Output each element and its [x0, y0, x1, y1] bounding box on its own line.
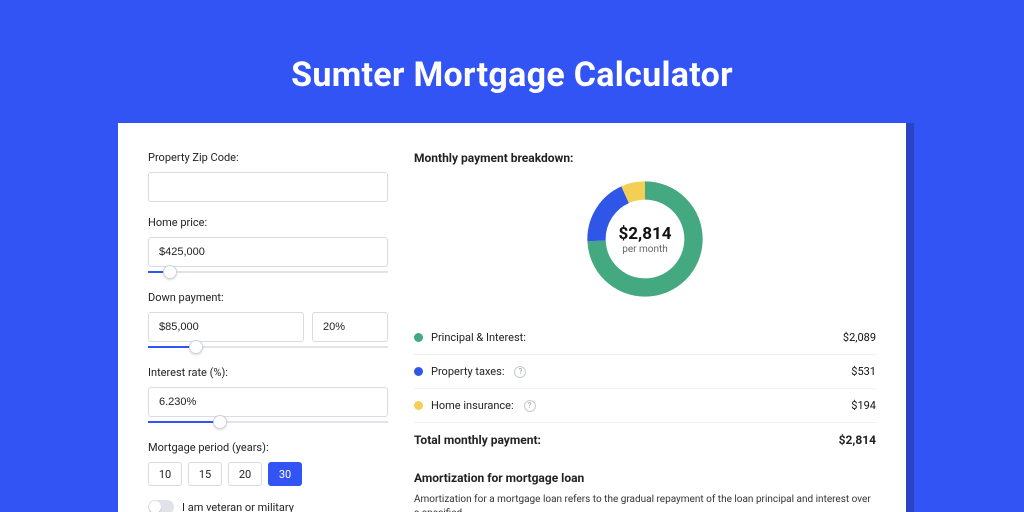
- down-payment-slider[interactable]: [148, 342, 388, 352]
- amortization-text: Amortization for a mortgage loan refers …: [414, 493, 876, 512]
- legend-value-pi: $2,089: [843, 331, 876, 344]
- period-label: Mortgage period (years):: [148, 441, 388, 454]
- help-icon[interactable]: ?: [514, 366, 526, 378]
- dot-ins-icon: [414, 401, 423, 410]
- home-price-block: Home price:: [148, 216, 388, 277]
- donut-amount: $2,814: [619, 224, 672, 244]
- legend-row-tax: Property taxes: ? $531: [414, 355, 876, 389]
- total-label: Total monthly payment:: [414, 433, 541, 447]
- down-payment-input[interactable]: [148, 312, 304, 342]
- legend-value-tax: $531: [851, 365, 876, 378]
- total-value: $2,814: [839, 433, 876, 447]
- home-price-label: Home price:: [148, 216, 388, 229]
- period-option-10[interactable]: 10: [148, 462, 182, 486]
- veteran-toggle[interactable]: [148, 500, 174, 512]
- form-panel: Property Zip Code: Home price: Down paym…: [148, 151, 388, 512]
- down-payment-block: Down payment:: [148, 291, 388, 352]
- down-payment-label: Down payment:: [148, 291, 388, 304]
- veteran-row: I am veteran or military: [148, 500, 388, 512]
- total-row: Total monthly payment: $2,814: [414, 423, 876, 461]
- legend-row-pi: Principal & Interest: $2,089: [414, 321, 876, 355]
- payment-donut-chart: $2,814 per month: [581, 175, 709, 303]
- legend-label-tax: Property taxes:: [431, 365, 504, 378]
- legend-label-pi: Principal & Interest:: [431, 331, 526, 344]
- down-payment-pct-input[interactable]: [312, 312, 388, 342]
- calculator-card: Property Zip Code: Home price: Down paym…: [118, 123, 906, 512]
- help-icon[interactable]: ?: [524, 400, 536, 412]
- interest-rate-block: Interest rate (%):: [148, 366, 388, 427]
- interest-rate-label: Interest rate (%):: [148, 366, 388, 379]
- legend-value-ins: $194: [851, 399, 876, 412]
- dot-tax-icon: [414, 367, 423, 376]
- breakdown-panel: Monthly payment breakdown: $2,814 per mo…: [414, 151, 876, 512]
- period-options: 10 15 20 30: [148, 462, 388, 486]
- interest-rate-input[interactable]: [148, 387, 388, 417]
- donut-subtext: per month: [622, 244, 668, 255]
- zip-label: Property Zip Code:: [148, 151, 388, 164]
- period-option-20[interactable]: 20: [228, 462, 262, 486]
- period-option-30[interactable]: 30: [268, 462, 302, 486]
- veteran-label: I am veteran or military: [182, 501, 294, 512]
- home-price-slider[interactable]: [148, 267, 388, 277]
- page-title: Sumter Mortgage Calculator: [291, 55, 733, 95]
- legend-label-ins: Home insurance:: [431, 399, 514, 412]
- legend-row-ins: Home insurance: ? $194: [414, 389, 876, 423]
- amortization-title: Amortization for mortgage loan: [414, 471, 876, 485]
- breakdown-title: Monthly payment breakdown:: [414, 151, 876, 165]
- home-price-input[interactable]: [148, 237, 388, 267]
- zip-input[interactable]: [148, 172, 388, 202]
- period-block: Mortgage period (years): 10 15 20 30: [148, 441, 388, 486]
- interest-rate-slider[interactable]: [148, 417, 388, 427]
- dot-pi-icon: [414, 333, 423, 342]
- zip-block: Property Zip Code:: [148, 151, 388, 202]
- period-option-15[interactable]: 15: [188, 462, 222, 486]
